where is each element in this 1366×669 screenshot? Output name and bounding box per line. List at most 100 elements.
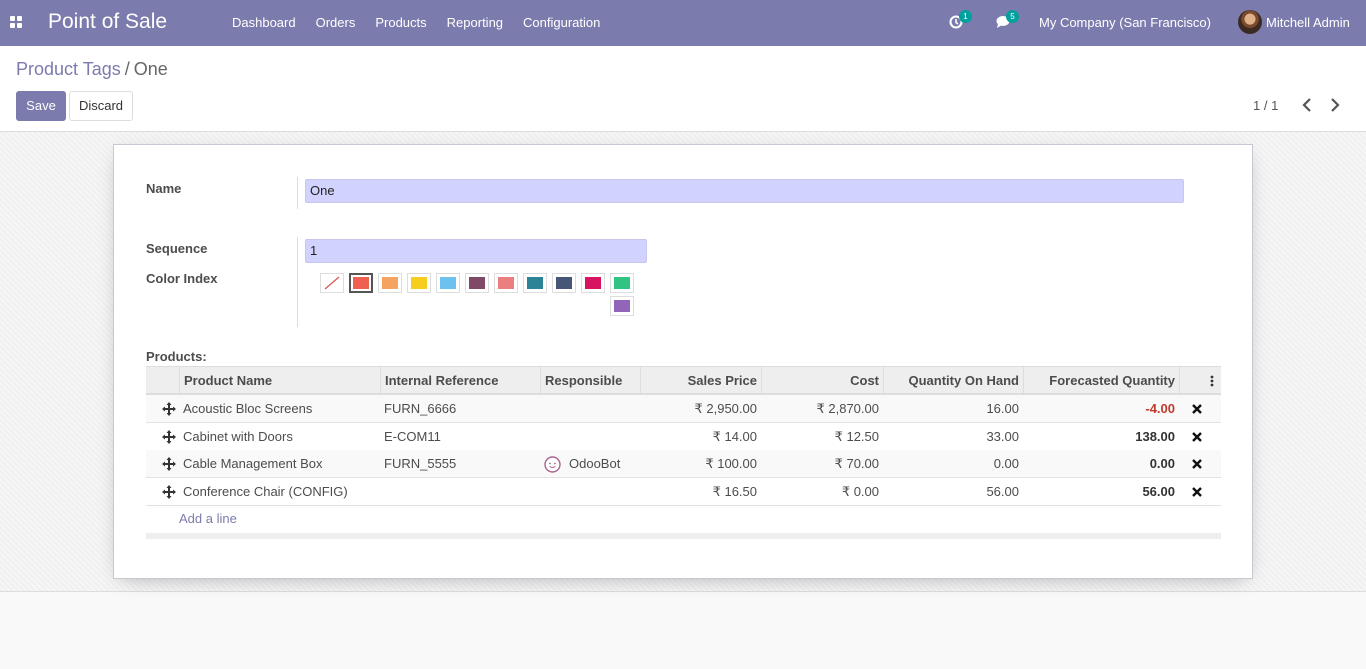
cell-sales-price[interactable]: ₹ 16.50	[640, 478, 761, 505]
color-swatch[interactable]	[349, 273, 373, 293]
drag-handle-icon[interactable]	[162, 484, 176, 499]
cell-product-name[interactable]: Cable Management Box	[179, 450, 380, 477]
name-input[interactable]: One	[305, 179, 1184, 203]
cell-responsible[interactable]: OdooBot	[565, 450, 640, 477]
name-label: Name	[146, 181, 182, 196]
column-forecasted-quantity[interactable]: Forecasted Quantity	[1023, 367, 1179, 394]
color-swatch[interactable]	[581, 273, 605, 293]
cell-forecasted-quantity[interactable]: -4.00	[1023, 395, 1179, 422]
cell-sales-price[interactable]: ₹ 2,950.00	[640, 395, 761, 422]
color-swatch[interactable]	[465, 273, 489, 293]
cell-internal-reference[interactable]: FURN_6666	[380, 395, 540, 422]
breadcrumb-separator: /	[124, 59, 130, 79]
color-swatch[interactable]	[378, 273, 402, 293]
cell-product-name[interactable]: Acoustic Bloc Screens	[179, 395, 380, 422]
cell-cost[interactable]: ₹ 0.00	[761, 478, 883, 505]
menu-configuration[interactable]: Configuration	[513, 0, 610, 46]
table-row[interactable]: Conference Chair (CONFIG) ₹ 16.50 ₹ 0.00 56…	[146, 478, 1221, 506]
column-product-name[interactable]: Product Name	[179, 367, 380, 394]
form-view: Name One Sequence Color Index 1 Products…	[0, 132, 1366, 592]
column-options[interactable]	[1179, 367, 1221, 394]
cell-product-name[interactable]: Cabinet with Doors	[179, 423, 380, 450]
color-swatch[interactable]	[610, 296, 634, 316]
menu-products[interactable]: Products	[365, 0, 436, 46]
add-line-link[interactable]: Add a line	[179, 505, 237, 533]
cell-sales-price[interactable]: ₹ 100.00	[640, 450, 761, 477]
field-divider	[297, 237, 298, 327]
column-sales-price[interactable]: Sales Price	[640, 367, 761, 394]
table-row[interactable]: Cable Management Box FURN_5555 OdooBot ₹ 10…	[146, 450, 1221, 478]
table-row[interactable]: Cabinet with Doors E-COM11 ₹ 14.00 ₹ 12.50 3…	[146, 423, 1221, 451]
color-swatch-none[interactable]	[320, 273, 344, 293]
pager-next-icon[interactable]	[1328, 97, 1344, 113]
messages-count-badge: 5	[1006, 10, 1019, 23]
discard-button[interactable]: Discard	[69, 91, 133, 121]
delete-row-icon[interactable]	[1191, 486, 1203, 498]
cell-quantity-on-hand[interactable]: 56.00	[883, 478, 1023, 505]
top-navbar: Point of Sale Dashboard Orders Products …	[0, 0, 1366, 46]
cell-cost[interactable]: ₹ 2,870.00	[761, 395, 883, 422]
activity-clock-icon[interactable]: 1	[949, 10, 972, 31]
apps-menu-icon[interactable]	[10, 16, 23, 29]
company-switcher[interactable]: My Company (San Francisco)	[1039, 0, 1211, 46]
activity-count-badge: 1	[959, 10, 972, 23]
menu-reporting[interactable]: Reporting	[437, 0, 513, 46]
column-responsible[interactable]: Responsible	[540, 367, 640, 394]
cell-product-name[interactable]: Conference Chair (CONFIG)	[179, 478, 380, 505]
menu-orders[interactable]: Orders	[306, 0, 366, 46]
products-section-label: Products:	[146, 349, 207, 364]
delete-row-icon[interactable]	[1191, 403, 1203, 415]
color-swatch[interactable]	[552, 273, 576, 293]
sequence-label: Sequence	[146, 241, 208, 256]
add-line-row: Add a line	[146, 505, 1221, 533]
sequence-input[interactable]: 1	[305, 239, 647, 263]
cell-forecasted-quantity[interactable]: 56.00	[1023, 478, 1179, 505]
cell-quantity-on-hand[interactable]: 0.00	[883, 450, 1023, 477]
main-menu: Dashboard Orders Products Reporting Conf…	[222, 0, 610, 46]
column-cost[interactable]: Cost	[761, 367, 883, 394]
breadcrumb: Product Tags / One	[16, 59, 168, 80]
delete-row-icon[interactable]	[1191, 458, 1203, 470]
menu-dashboard[interactable]: Dashboard	[222, 0, 306, 46]
cell-forecasted-quantity[interactable]: 138.00	[1023, 423, 1179, 450]
cell-quantity-on-hand[interactable]: 33.00	[883, 423, 1023, 450]
cell-sales-price[interactable]: ₹ 14.00	[640, 423, 761, 450]
cell-responsible[interactable]	[565, 395, 640, 422]
table-row[interactable]: Acoustic Bloc Screens FURN_6666 ₹ 2,950.00…	[146, 395, 1221, 423]
kebab-menu-icon[interactable]	[1210, 375, 1214, 387]
cell-internal-reference[interactable]: E-COM11	[380, 423, 540, 450]
cell-cost[interactable]: ₹ 12.50	[761, 423, 883, 450]
breadcrumb-product-tags[interactable]: Product Tags	[16, 59, 121, 79]
no-color-slash-icon	[324, 276, 340, 290]
field-divider	[297, 177, 298, 209]
column-quantity-on-hand[interactable]: Quantity On Hand	[883, 367, 1023, 394]
drag-handle-icon[interactable]	[162, 429, 176, 444]
cell-responsible[interactable]	[565, 423, 640, 450]
app-title[interactable]: Point of Sale	[48, 10, 167, 34]
color-swatch[interactable]	[436, 273, 460, 293]
cell-internal-reference[interactable]	[380, 478, 540, 505]
color-swatch[interactable]	[494, 273, 518, 293]
delete-row-icon[interactable]	[1191, 431, 1203, 443]
cell-responsible[interactable]	[565, 478, 640, 505]
pager-previous-icon[interactable]	[1300, 97, 1316, 113]
color-swatch[interactable]	[407, 273, 431, 293]
table-header: Product Name Internal Reference Responsi…	[146, 366, 1221, 395]
save-button[interactable]: Save	[16, 91, 66, 121]
column-internal-reference[interactable]: Internal Reference	[380, 367, 540, 394]
cell-cost[interactable]: ₹ 70.00	[761, 450, 883, 477]
cell-quantity-on-hand[interactable]: 16.00	[883, 395, 1023, 422]
messages-chat-icon[interactable]: 5	[996, 10, 1019, 31]
table-footer	[146, 533, 1221, 539]
cell-internal-reference[interactable]: FURN_5555	[380, 450, 540, 477]
color-swatch[interactable]	[523, 273, 547, 293]
color-index-label: Color Index	[146, 271, 218, 286]
user-menu[interactable]: Mitchell Admin	[1266, 0, 1350, 46]
drag-handle-icon[interactable]	[162, 402, 176, 416]
user-avatar[interactable]	[1238, 10, 1262, 34]
cell-forecasted-quantity[interactable]: 0.00	[1023, 450, 1179, 477]
drag-handle-icon[interactable]	[162, 457, 176, 471]
pager-value[interactable]: 1 / 1	[1253, 98, 1278, 113]
color-swatch[interactable]	[610, 273, 634, 293]
odoobot-avatar-icon	[544, 456, 561, 473]
